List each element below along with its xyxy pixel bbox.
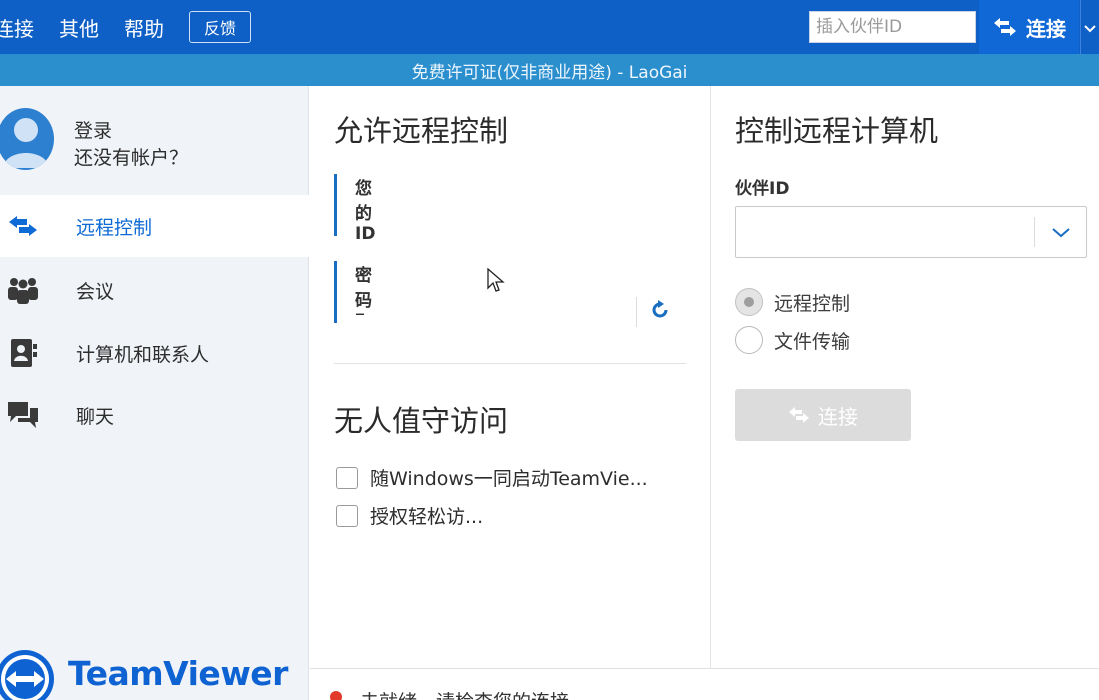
status-text: 未就绪，请检查您的连接 [360, 687, 569, 700]
quick-connect-dropdown[interactable] [1080, 0, 1099, 54]
avatar [0, 108, 54, 170]
meeting-people-icon [6, 275, 40, 305]
sidebar-item-chat[interactable]: 聊天 [0, 384, 309, 446]
start-with-windows-label: 随Windows一同启动TeamVie... [370, 468, 648, 490]
connect-button[interactable]: 连接 [735, 389, 911, 441]
teamviewer-logo: TeamViewer [0, 648, 300, 700]
license-text: 免费许可证(仅非商业用途) - LaoGai [411, 62, 688, 83]
section-divider [334, 363, 686, 364]
partner-id-combobox[interactable] [735, 206, 1087, 258]
connect-arrows-icon [788, 407, 810, 423]
quick-connect-label: 连接 [1026, 16, 1066, 41]
mode-remote-control-label: 远程控制 [774, 292, 851, 315]
sidebar-item-label: 聊天 [76, 405, 115, 428]
sidebar-item-label: 计算机和联系人 [76, 343, 210, 366]
your-id-group: 您的ID – [334, 174, 375, 244]
password-value[interactable]: – [355, 301, 365, 325]
chevron-down-icon [1084, 18, 1096, 37]
start-with-windows-option[interactable]: 随Windows一同启动TeamVie... [336, 464, 648, 491]
contacts-book-icon [6, 338, 40, 368]
mode-remote-control-option[interactable]: 远程控制 [735, 288, 850, 316]
partner-id-dropdown[interactable] [1034, 217, 1086, 247]
partner-id-label: 伙伴ID [735, 179, 790, 199]
connect-button-label: 连接 [818, 404, 858, 429]
sidebar-item-computers-contacts[interactable]: 计算机和联系人 [0, 322, 309, 384]
brand-name: TeamViewer [68, 654, 288, 693]
mode-remote-control-radio[interactable] [735, 288, 763, 316]
status-bar: 未就绪，请检查您的连接 [310, 668, 1099, 700]
sidebar-item-label: 会议 [76, 280, 115, 303]
easy-access-checkbox[interactable] [336, 504, 358, 527]
quick-connect-button[interactable]: 连接 [979, 0, 1079, 54]
control-remote-title: 控制远程计算机 [735, 114, 939, 148]
easy-access-option[interactable]: 授权轻松访... [336, 502, 483, 529]
menu-help[interactable]: 帮助 [124, 13, 164, 42]
partner-id-quick-input[interactable] [809, 11, 976, 43]
feedback-button[interactable]: 反馈 [189, 11, 251, 43]
login-link[interactable]: 登录 [74, 116, 112, 143]
signup-link[interactable]: 还没有帐户？ [74, 143, 188, 170]
sidebar-item-label: 远程控制 [76, 216, 153, 239]
status-indicator [330, 691, 342, 700]
account-section[interactable]: 登录 还没有帐户？ [0, 106, 309, 176]
sidebar: 登录 还没有帐户？ 远程控制 会议 计算机和联系人 聊天 TeamViewer [0, 86, 309, 700]
mode-file-transfer-radio[interactable] [735, 326, 763, 354]
license-banner: 免费许可证(仅非商业用途) - LaoGai [0, 54, 1099, 86]
teamviewer-logo-icon [0, 650, 54, 700]
mode-file-transfer-label: 文件传输 [774, 330, 851, 353]
sidebar-item-remote-control[interactable]: 远程控制 [0, 195, 309, 257]
remote-arrows-icon [6, 211, 40, 241]
partner-id-input[interactable] [736, 207, 1034, 257]
allow-remote-panel: 允许远程控制 您的ID – 密码 – 无人值守访问 随Windows一同启动Te… [310, 86, 709, 668]
unattended-access-title: 无人值守访问 [334, 404, 509, 438]
connect-arrows-icon [992, 18, 1018, 36]
refresh-icon [649, 299, 671, 325]
allow-remote-title: 允许远程控制 [334, 114, 509, 148]
password-group: 密码 – [334, 261, 372, 325]
mouse-cursor-icon [487, 267, 505, 298]
control-remote-panel: 控制远程计算机 伙伴ID 远程控制 文件传输 连接 [710, 86, 1099, 668]
menu-connection[interactable]: 连接 [0, 13, 34, 42]
menu: 连接 其他 帮助 反馈 [0, 0, 251, 54]
sidebar-item-meeting[interactable]: 会议 [0, 259, 309, 321]
user-icon [3, 118, 49, 168]
menu-bar: 连接 其他 帮助 反馈 连接 [0, 0, 1099, 54]
your-id-value[interactable]: – [355, 204, 365, 228]
easy-access-label: 授权轻松访... [370, 506, 484, 528]
refresh-password-button[interactable] [636, 297, 682, 327]
menu-extras[interactable]: 其他 [59, 13, 99, 42]
chevron-down-icon [1051, 223, 1070, 242]
start-with-windows-checkbox[interactable] [336, 466, 358, 489]
mode-file-transfer-option[interactable]: 文件传输 [735, 326, 850, 354]
chat-bubbles-icon [6, 400, 40, 430]
